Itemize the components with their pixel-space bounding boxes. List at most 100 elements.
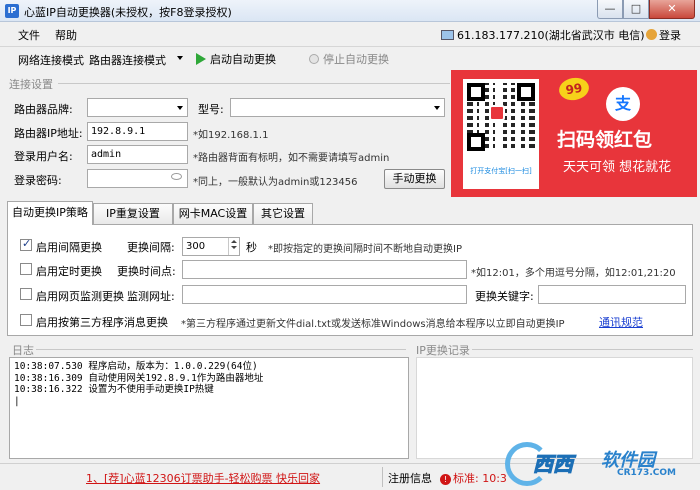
menu-help[interactable]: 帮助 (55, 27, 77, 43)
log-divider (36, 349, 406, 350)
monitor-url-label: 监测网址: (127, 290, 175, 303)
tab-ip-repeat[interactable]: IP重复设置 (93, 203, 173, 224)
app-icon: IP (5, 4, 19, 18)
qr-code-frame: 打开支付宝[扫一扫] (463, 79, 539, 189)
chevron-up-icon[interactable] (231, 240, 237, 243)
router-brand-label: 路由器品牌: (14, 103, 73, 116)
registration-status: ! 标准: 10:3 (440, 470, 507, 486)
log-textarea[interactable]: 10:38:07.530 程序启动，版本为：1.0.0.229(64位) 10:… (9, 357, 409, 459)
router-ip-input[interactable]: 192.8.9.1 (87, 122, 188, 141)
router-model-select[interactable] (230, 98, 445, 117)
user-icon (646, 29, 657, 40)
log-title: 日志 (12, 344, 34, 357)
router-ip-label: 路由器IP地址: (14, 127, 83, 140)
title-bar: IP 心蓝IP自动更换器(未授权，按F8登录授权) (0, 0, 700, 22)
minimize-button[interactable]: — (597, 0, 623, 19)
monitor-url-input[interactable] (182, 285, 467, 304)
timed-input[interactable] (182, 260, 467, 279)
web-monitor-checkbox[interactable] (20, 288, 32, 300)
router-brand-select[interactable] (87, 98, 188, 117)
ad-subline: 天天可领 想花就花 (563, 160, 672, 175)
ip-record-title: IP更换记录 (416, 344, 470, 357)
promo-link[interactable]: 1、[荐]心蓝12306订票助手-轻松购票 快乐回家 (86, 470, 320, 486)
third-party-checkbox[interactable] (20, 314, 32, 326)
qr-logo-icon (489, 105, 505, 121)
stop-icon (309, 54, 319, 64)
stop-auto-change-button[interactable]: 停止自动更换 (309, 51, 389, 67)
start-label: 启动自动更换 (210, 53, 276, 66)
play-icon (196, 53, 206, 65)
menu-bar: 文件 帮助 61.183.177.210(湖北省武汉市 电信) 登录 (0, 22, 700, 44)
password-label: 登录密码: (14, 174, 62, 187)
interval-stepper[interactable]: 300 (182, 237, 240, 256)
username-hint: *路由器背面有标明，如不需要请填写admin (193, 153, 390, 164)
tab-auto-strategy[interactable]: 自动更换IP策略 (7, 201, 93, 225)
interval-value: 300 (186, 241, 206, 252)
chevron-down-icon (434, 106, 440, 110)
text-cursor: | (14, 395, 20, 407)
stop-label: 停止自动更换 (323, 53, 389, 66)
login-label: 登录 (659, 29, 681, 42)
tab-other[interactable]: 其它设置 (253, 203, 313, 224)
group-divider (58, 83, 450, 84)
login-button[interactable]: 登录 (646, 27, 681, 43)
alipay-icon: 支 (606, 87, 640, 121)
start-auto-change-button[interactable]: 启动自动更换 (196, 51, 276, 67)
toolbar: 网络连接模式 路由器连接模式 启动自动更换 停止自动更换 (0, 46, 700, 70)
stepper-buttons[interactable] (228, 238, 239, 255)
close-button[interactable]: ✕ (649, 0, 695, 19)
ad-badge: 99 (557, 75, 591, 103)
third-party-hint: *第三方程序通过更新文件dial.txt或发送标准Windows消息给本程序以立… (181, 319, 565, 330)
timed-checkbox[interactable] (20, 263, 32, 275)
computer-icon (441, 30, 454, 40)
interval-label: 更换间隔: (127, 241, 175, 254)
window-title: 心蓝IP自动更换器(未授权，按F8登录授权) (24, 6, 232, 19)
interval-checkbox-label: 启用间隔更换 (36, 241, 102, 254)
interval-checkbox[interactable] (20, 237, 32, 251)
connection-mode-value: 路由器连接模式 (89, 54, 166, 67)
log-line: 10:38:07.530 程序启动，版本为：1.0.0.229(64位) (14, 361, 258, 372)
watermark-domain: CR173.COM (617, 468, 676, 478)
status-separator (382, 467, 383, 487)
log-line: 10:38:16.322 设置为不使用手动更换IP热键 (14, 384, 214, 395)
interval-hint: *即按指定的更换间隔时间不断地自动更换IP (268, 244, 462, 255)
connection-group-title: 连接设置 (9, 78, 53, 91)
qr-caption: 打开支付宝[扫一扫] (470, 167, 532, 175)
protocol-link[interactable]: 通讯规范 (599, 314, 643, 330)
current-ip-text: 61.183.177.210(湖北省武汉市 电信) (457, 29, 645, 42)
timed-label: 更换时间点: (117, 265, 176, 278)
keyword-input[interactable] (538, 285, 686, 304)
timed-checkbox-label: 启用定时更换 (36, 265, 102, 278)
qr-finder (467, 83, 485, 101)
watermark-text: 西西 (533, 452, 574, 477)
log-line: 10:38:16.309 自动使用网关192.8.9.1作为路由器地址 (14, 372, 264, 384)
web-monitor-checkbox-label: 启用网页监测更换 (36, 290, 124, 303)
mode-label: 网络连接模式 (18, 54, 84, 67)
router-ip-hint: *如192.168.1.1 (193, 130, 269, 141)
timed-hint: *如12:01，多个用逗号分隔，如12:01,21:20 (471, 268, 676, 279)
interval-unit: 秒 (246, 241, 257, 254)
warning-icon: ! (440, 474, 451, 485)
username-label: 登录用户名: (14, 150, 73, 163)
current-ip-info: 61.183.177.210(湖北省武汉市 电信) (441, 27, 645, 43)
tab-mac[interactable]: 网卡MAC设置 (173, 203, 253, 224)
ad-banner[interactable]: 打开支付宝[扫一扫] 99 支 扫码领红包 天天可领 想花就花 (451, 70, 697, 197)
eye-icon[interactable] (171, 173, 182, 180)
manual-change-button[interactable]: 手动更换 (384, 169, 445, 189)
ad-headline: 扫码领红包 (557, 129, 653, 151)
qr-finder (517, 83, 535, 101)
third-party-checkbox-label: 启用按第三方程序消息更换 (36, 316, 168, 329)
registration-label: 注册信息 (388, 472, 432, 485)
ip-record-divider (472, 349, 693, 350)
menu-file[interactable]: 文件 (18, 27, 40, 43)
watermark-logo: 西西 软件园 CR173.COM (505, 440, 695, 486)
keyword-label: 更换关键字: (475, 290, 534, 303)
username-input[interactable]: admin (87, 145, 188, 164)
qr-finder (467, 133, 485, 151)
registration-value: 标准: 10:3 (453, 472, 507, 485)
router-model-label: 型号: (198, 103, 224, 116)
maximize-button[interactable]: □ (623, 0, 649, 19)
password-hint: *同上，一般默认为admin或123456 (193, 177, 358, 188)
chevron-down-icon[interactable] (231, 246, 237, 249)
connection-mode-select[interactable]: 路由器连接模式 (86, 49, 187, 68)
